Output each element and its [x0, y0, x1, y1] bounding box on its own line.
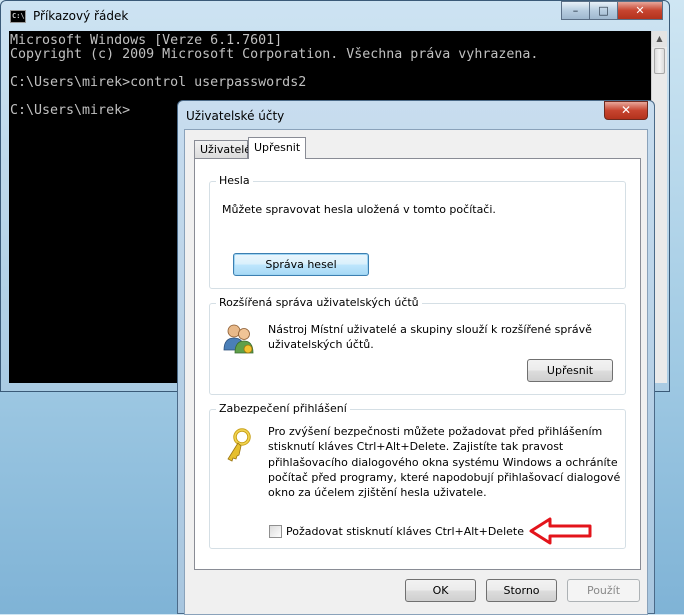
- user-accounts-dialog: Uživatelské účty ✕ Uživatelé Upřesnit He…: [177, 100, 655, 615]
- tab-panel-advanced: Hesla Můžete spravovat hesla uložená v t…: [194, 158, 641, 570]
- dialog-title: Uživatelské účty: [186, 109, 285, 123]
- cmd-window-title: Příkazový řádek: [33, 9, 129, 23]
- console-line-command: C:\Users\mirek>control userpasswords2: [10, 75, 307, 90]
- security-text-line4: počítač před programy, které napodobují …: [268, 471, 621, 484]
- advanced-description-line1: Nástroj Místní uživatelé a skupiny slouž…: [268, 323, 592, 336]
- advanced-button[interactable]: Upřesnit: [527, 359, 613, 382]
- secure-logon-legend: Zabezpečení přihlášení: [216, 402, 350, 415]
- console-line-version: Microsoft Windows [Verze 6.1.7601]: [10, 33, 283, 48]
- tab-advanced[interactable]: Upřesnit: [248, 137, 306, 159]
- security-text-line5: okno za účelem zjištění hesla uživatele.: [268, 486, 487, 499]
- passwords-legend: Hesla: [216, 174, 253, 187]
- apply-button[interactable]: Použít: [567, 579, 640, 602]
- key-icon: [227, 428, 251, 462]
- require-ctrl-alt-del-checkbox[interactable]: [269, 525, 282, 538]
- cmd-close-button[interactable]: ✕: [617, 1, 663, 20]
- advanced-management-group: Rozšířená správa uživatelských účtů Nást…: [209, 296, 626, 395]
- advanced-description-line2: uživatelských účtů.: [268, 338, 374, 351]
- security-text-line2: stisknutí kláves Ctrl+Alt+Delete. Zajist…: [268, 440, 564, 453]
- security-text-line1: Pro zvýšení bezpečnosti můžete požadovat…: [268, 425, 603, 438]
- cancel-button[interactable]: Storno: [486, 579, 557, 602]
- advanced-management-legend: Rozšířená správa uživatelských účtů: [216, 296, 422, 309]
- console-line-copyright: Copyright (c) 2009 Microsoft Corporation…: [10, 47, 539, 62]
- passwords-group: Hesla Můžete spravovat hesla uložená v t…: [209, 174, 626, 289]
- scroll-up-icon[interactable]: ▲: [652, 31, 667, 47]
- tab-users[interactable]: Uživatelé: [194, 140, 251, 158]
- require-ctrl-alt-del-label[interactable]: Požadovat stisknutí kláves Ctrl+Alt+Dele…: [286, 524, 524, 539]
- users-icon: [223, 324, 254, 354]
- passwords-description: Můžete spravovat hesla uložená v tomto p…: [222, 203, 496, 216]
- cmd-window-controls: – □ ✕: [561, 1, 663, 21]
- cmd-titlebar[interactable]: C:\ Příkazový řádek – □ ✕: [1, 1, 669, 31]
- red-arrow-annotation: [529, 517, 592, 545]
- minimize-button[interactable]: –: [561, 1, 589, 20]
- secure-logon-group: Zabezpečení přihlášení Pro zvýšení bezpe…: [209, 402, 626, 549]
- dialog-body: Uživatelé Upřesnit Hesla Můžete spravova…: [184, 129, 648, 615]
- scrollbar-thumb[interactable]: [654, 48, 665, 74]
- cmd-app-icon: C:\: [10, 10, 26, 23]
- maximize-button[interactable]: □: [589, 1, 617, 20]
- security-text-line3: přihlašovacího dialogového okna systému …: [268, 456, 618, 469]
- dialog-close-button[interactable]: ✕: [604, 101, 648, 120]
- ok-button[interactable]: OK: [405, 579, 476, 602]
- manage-passwords-button[interactable]: Správa hesel: [233, 253, 369, 276]
- console-line-prompt: C:\Users\mirek>: [10, 103, 131, 118]
